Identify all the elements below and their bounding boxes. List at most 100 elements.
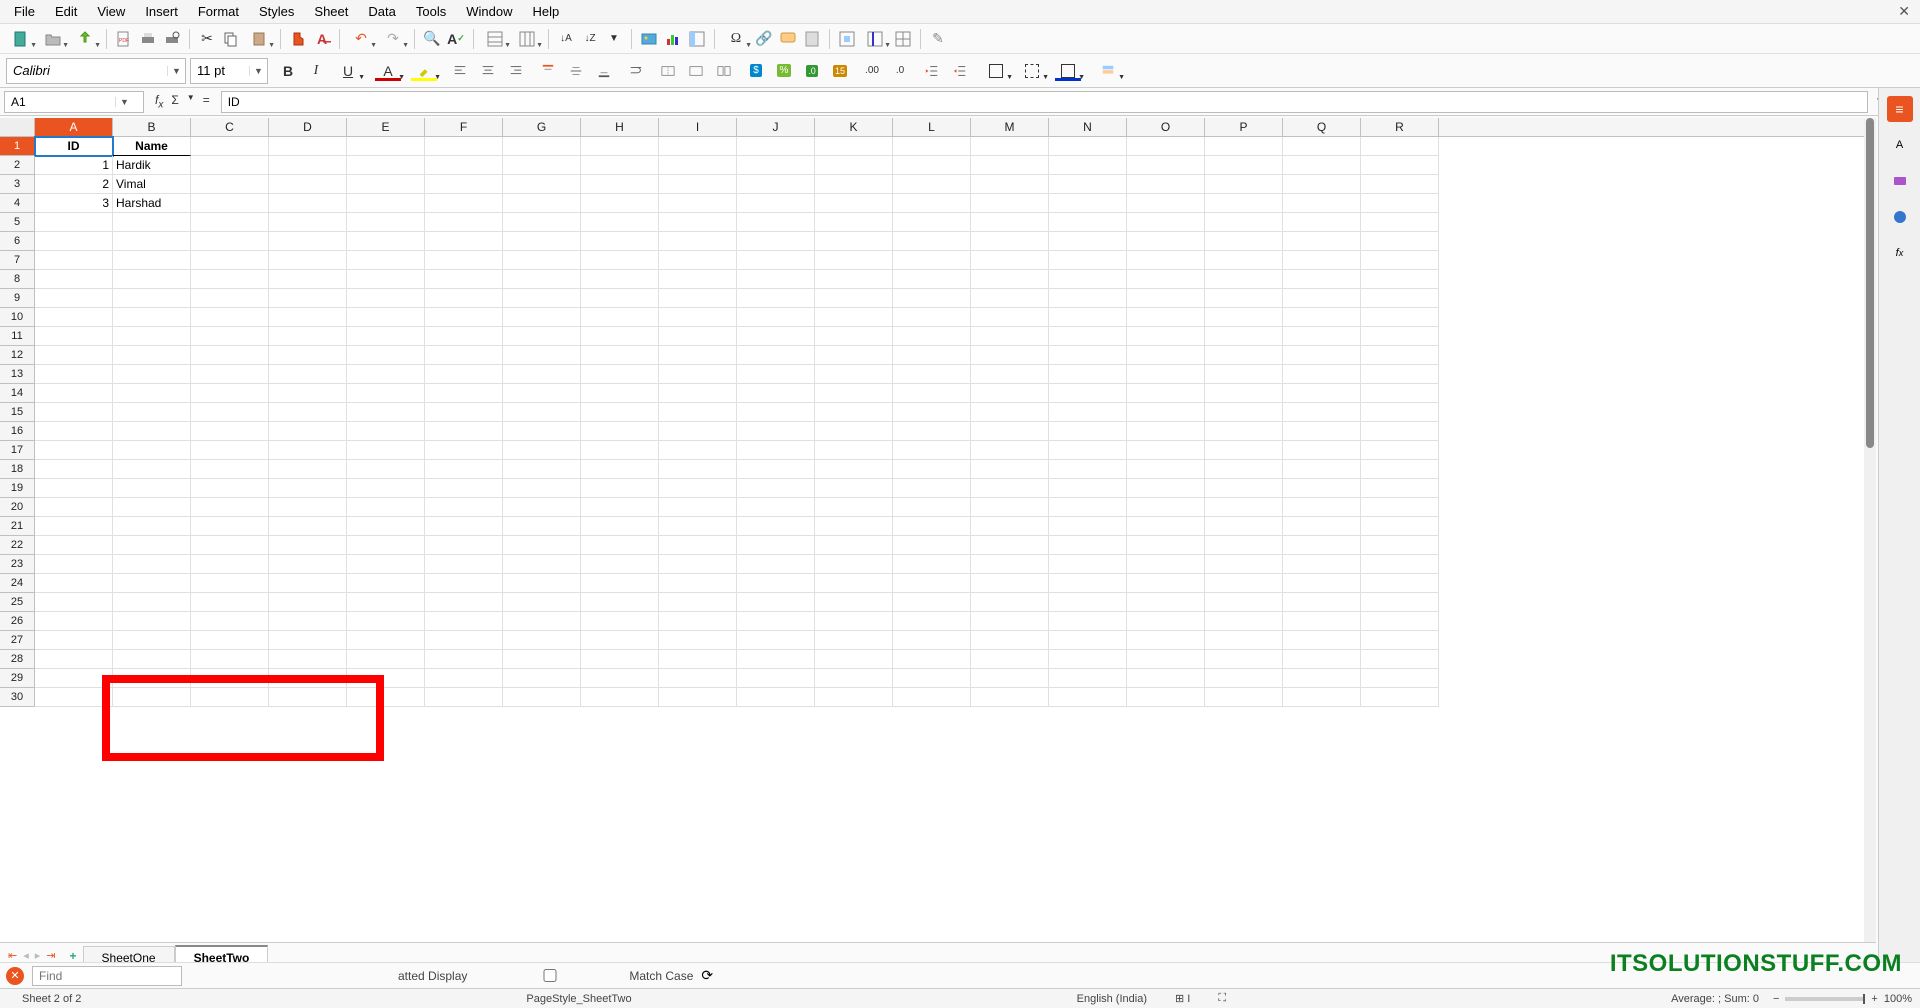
cell[interactable] — [503, 536, 581, 555]
cell[interactable] — [191, 327, 269, 346]
image-button[interactable] — [638, 28, 660, 50]
autofilter-button[interactable]: ▼ — [603, 28, 625, 50]
cell[interactable] — [425, 536, 503, 555]
cell[interactable] — [425, 251, 503, 270]
cell[interactable] — [581, 308, 659, 327]
cell[interactable] — [113, 688, 191, 707]
cell[interactable] — [1127, 612, 1205, 631]
column-header[interactable]: K — [815, 118, 893, 136]
cell[interactable] — [1049, 574, 1127, 593]
paste-button[interactable]: ▼ — [244, 28, 274, 50]
freeze-button[interactable]: ▼ — [860, 28, 890, 50]
cell[interactable] — [1205, 403, 1283, 422]
cell[interactable] — [269, 232, 347, 251]
cell[interactable] — [659, 327, 737, 346]
cell[interactable] — [893, 403, 971, 422]
cell[interactable] — [191, 137, 269, 156]
cell[interactable] — [113, 460, 191, 479]
cell[interactable] — [815, 213, 893, 232]
cell[interactable] — [503, 270, 581, 289]
cell[interactable] — [1049, 403, 1127, 422]
cell[interactable] — [893, 593, 971, 612]
cell[interactable] — [581, 517, 659, 536]
cell[interactable] — [1205, 289, 1283, 308]
row-header[interactable]: 17 — [0, 441, 35, 460]
cell[interactable] — [1283, 574, 1361, 593]
cell[interactable] — [893, 498, 971, 517]
cell[interactable] — [503, 422, 581, 441]
wrap-text-button[interactable] — [624, 59, 648, 83]
cell[interactable] — [503, 346, 581, 365]
cell[interactable] — [113, 479, 191, 498]
row-header[interactable]: 3 — [0, 175, 35, 194]
cell[interactable] — [659, 270, 737, 289]
cell[interactable] — [815, 631, 893, 650]
cell[interactable] — [971, 251, 1049, 270]
cell[interactable] — [893, 517, 971, 536]
cell[interactable] — [1205, 327, 1283, 346]
cell[interactable] — [1049, 631, 1127, 650]
cell[interactable] — [893, 175, 971, 194]
cell[interactable] — [347, 536, 425, 555]
cell[interactable] — [425, 365, 503, 384]
cell[interactable] — [815, 650, 893, 669]
cell[interactable] — [893, 631, 971, 650]
properties-panel-icon[interactable]: ≡ — [1887, 96, 1913, 122]
cell[interactable] — [1283, 270, 1361, 289]
border-color-button[interactable]: ▼ — [1052, 59, 1084, 83]
save-button[interactable]: ▼ — [70, 28, 100, 50]
cell[interactable] — [1205, 137, 1283, 156]
cell[interactable] — [1361, 232, 1439, 251]
cell[interactable] — [815, 194, 893, 213]
chevron-down-icon[interactable]: ▼ — [249, 66, 267, 76]
cell[interactable] — [659, 536, 737, 555]
cell[interactable] — [893, 270, 971, 289]
cell[interactable] — [1205, 688, 1283, 707]
cell[interactable] — [581, 669, 659, 688]
cell[interactable] — [503, 251, 581, 270]
cell[interactable] — [1283, 194, 1361, 213]
cell[interactable] — [659, 650, 737, 669]
print-button[interactable] — [137, 28, 159, 50]
cell[interactable] — [1049, 365, 1127, 384]
split-button[interactable] — [892, 28, 914, 50]
cell[interactable] — [1283, 346, 1361, 365]
cell[interactable] — [581, 441, 659, 460]
sort-desc-button[interactable]: ↓Z — [579, 28, 601, 50]
cell[interactable] — [737, 422, 815, 441]
cell[interactable] — [581, 213, 659, 232]
cell[interactable] — [737, 498, 815, 517]
cell[interactable] — [1127, 213, 1205, 232]
cell[interactable] — [659, 593, 737, 612]
cell[interactable] — [1049, 346, 1127, 365]
row-header[interactable]: 28 — [0, 650, 35, 669]
cell[interactable] — [35, 346, 113, 365]
function-wizard-icon[interactable]: fx — [152, 93, 166, 110]
cell[interactable] — [659, 669, 737, 688]
cell[interactable] — [1283, 384, 1361, 403]
zoom-in-icon[interactable]: + — [1871, 993, 1877, 1005]
cell[interactable] — [35, 213, 113, 232]
cell[interactable] — [1127, 498, 1205, 517]
cell[interactable] — [1283, 460, 1361, 479]
cell[interactable] — [269, 308, 347, 327]
cell[interactable] — [659, 346, 737, 365]
cell[interactable] — [35, 650, 113, 669]
cell[interactable]: 1 — [35, 156, 113, 175]
cell[interactable] — [893, 669, 971, 688]
cell[interactable] — [581, 460, 659, 479]
cell[interactable] — [971, 593, 1049, 612]
cell[interactable] — [815, 574, 893, 593]
cell[interactable] — [581, 631, 659, 650]
cell[interactable] — [347, 555, 425, 574]
cell[interactable] — [503, 631, 581, 650]
cell[interactable] — [659, 403, 737, 422]
cell[interactable] — [113, 232, 191, 251]
cell[interactable] — [659, 498, 737, 517]
cell[interactable] — [191, 441, 269, 460]
new-doc-button[interactable]: ▼ — [6, 28, 36, 50]
cell[interactable] — [971, 270, 1049, 289]
cell[interactable] — [113, 517, 191, 536]
cell[interactable] — [347, 403, 425, 422]
cell[interactable] — [191, 270, 269, 289]
